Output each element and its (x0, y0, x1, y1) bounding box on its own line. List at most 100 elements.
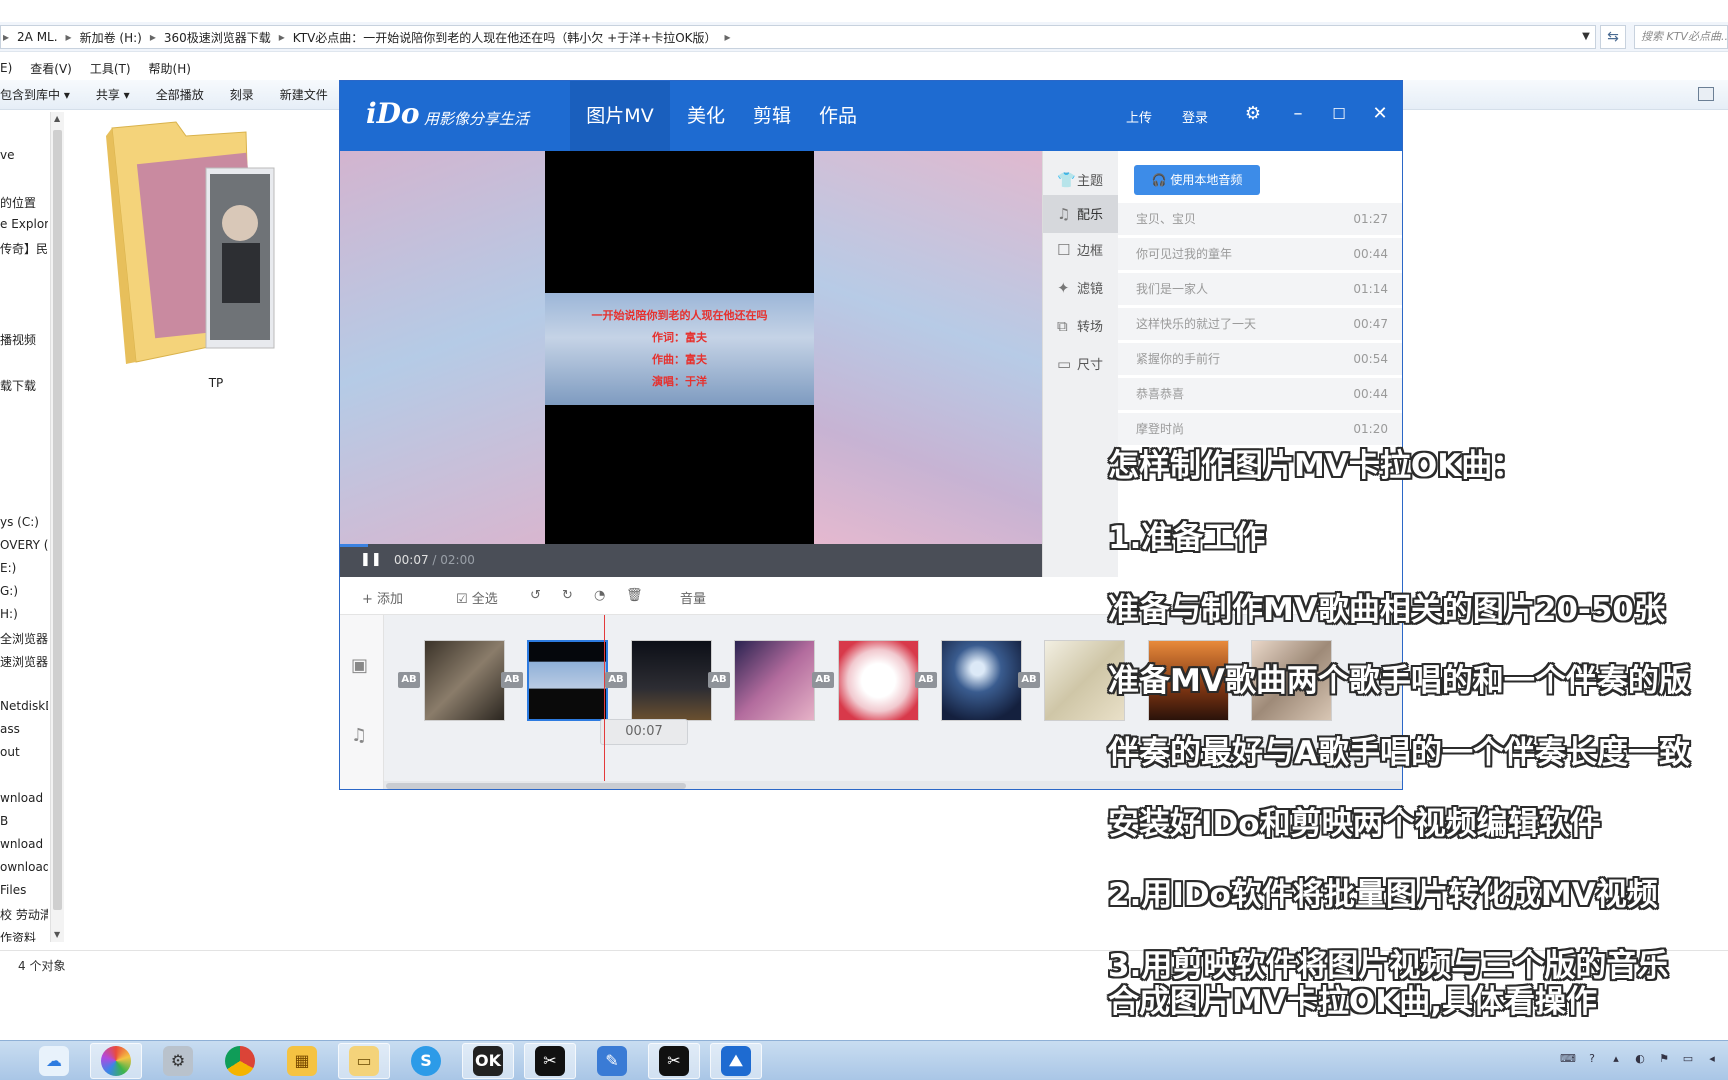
nav-item[interactable]: ys (C:) (0, 515, 39, 529)
scroll-thumb[interactable] (53, 130, 62, 910)
photo-clip[interactable] (631, 640, 712, 721)
scroll-up-icon[interactable]: ▲ (54, 114, 60, 123)
nav-item[interactable]: wnload (0, 837, 43, 851)
nav-item[interactable]: 速浏览器 (0, 653, 48, 670)
transition-badge[interactable]: AB (501, 672, 523, 688)
photo-clip[interactable] (734, 640, 815, 721)
song-row[interactable]: 这样快乐的就过了一天 00:47 (1118, 308, 1402, 342)
progress-fill[interactable] (340, 544, 368, 547)
side-nav-transition[interactable]: ⧉ 转场 (1043, 307, 1119, 345)
side-nav-size[interactable]: ▭ 尺寸 (1043, 345, 1119, 383)
nav-item[interactable]: ve (0, 148, 14, 162)
refresh-button[interactable]: ⇆ (1600, 25, 1626, 49)
taskbar-explorer-icon[interactable]: ▭ (338, 1043, 390, 1079)
add-video-icon[interactable]: ▣ (351, 655, 368, 676)
nav-item[interactable]: 传奇】民族 (0, 240, 48, 257)
side-nav-filter[interactable]: ✦ 滤镜 (1043, 269, 1119, 307)
playhead[interactable] (604, 615, 605, 789)
login-link[interactable]: 登录 (1182, 107, 1208, 126)
burn-button[interactable]: 刻录 (230, 86, 254, 103)
trash-icon[interactable]: 🗑 (626, 588, 643, 603)
nav-item[interactable]: ownload (0, 860, 48, 874)
nav-item[interactable]: wnload (0, 791, 43, 805)
address-bar[interactable]: ▸ 2A ML. ▸ 新加卷 (H:) ▸ 360极速浏览器下载 ▸ KTV必点… (0, 25, 1596, 49)
video-preview[interactable]: 一开始说陪你到老的人现在他还在吗 作词：富夫 作曲：富夫 演唱：于洋 (340, 151, 1042, 544)
taskbar-feather-icon[interactable]: ✎ (586, 1043, 638, 1079)
taskbar-chrome-icon[interactable] (214, 1043, 266, 1079)
nav-item[interactable]: H:) (0, 607, 18, 621)
tab-edit[interactable]: 剪辑 (744, 81, 800, 151)
rotate-left-icon[interactable]: ↺ (530, 588, 541, 603)
search-input[interactable]: 搜索 KTV必点曲... (1634, 25, 1728, 49)
clock-icon[interactable]: ◔ (594, 588, 605, 603)
song-row[interactable]: 恭喜恭喜 00:44 (1118, 378, 1402, 412)
nav-item[interactable]: 校 劳动清 (0, 906, 48, 923)
arrow-icon[interactable]: ▴ (1608, 1051, 1624, 1067)
tab-photo-mv[interactable]: 图片MV (570, 81, 670, 151)
nav-item[interactable]: ass (0, 722, 20, 736)
menu-item-tools[interactable]: 工具(T) (90, 60, 131, 77)
help-icon[interactable]: ? (1584, 1051, 1600, 1067)
nav-item[interactable]: 载下载 (0, 377, 36, 394)
settings-icon[interactable]: ⚙ (1242, 103, 1264, 125)
song-row[interactable]: 你可见过我的童年 00:44 (1118, 238, 1402, 272)
nav-item[interactable]: 播视频 (0, 331, 36, 348)
nav-item[interactable]: NetdiskD (0, 699, 48, 713)
keyboard-icon[interactable]: ⌨ (1560, 1051, 1576, 1067)
transition-badge[interactable]: AB (812, 672, 834, 688)
nav-item[interactable]: Files (0, 883, 26, 897)
breadcrumb-item[interactable]: 2A ML. (11, 30, 64, 44)
flag-icon[interactable]: ⚑ (1656, 1051, 1672, 1067)
use-local-audio-button[interactable]: 🎧 使用本地音频 (1134, 165, 1260, 195)
address-dropdown-icon[interactable]: ▼ (1577, 26, 1595, 48)
timeline-scrollbar[interactable] (384, 781, 1402, 789)
volume-icon[interactable]: ◂ (1704, 1051, 1720, 1067)
photo-clip-selected[interactable] (527, 640, 608, 721)
network-icon[interactable]: ◐ (1632, 1051, 1648, 1067)
taskbar-cloud-app-icon[interactable]: ☁ (28, 1043, 80, 1079)
photo-clip[interactable] (941, 640, 1022, 721)
upload-link[interactable]: 上传 (1126, 107, 1152, 126)
nav-scrollbar[interactable]: ▲ ▼ (50, 112, 64, 942)
tab-beautify[interactable]: 美化 (678, 81, 734, 151)
taskbar-package-icon[interactable]: ▦ (276, 1043, 328, 1079)
nav-item[interactable]: 作资料 (0, 929, 36, 942)
transition-badge[interactable]: AB (915, 672, 937, 688)
scroll-down-icon[interactable]: ▼ (54, 930, 60, 939)
folder-icon[interactable] (106, 118, 286, 368)
taskbar-360-browser-icon[interactable]: S (400, 1043, 452, 1079)
tab-works[interactable]: 作品 (810, 81, 866, 151)
add-button[interactable]: + 添加 (362, 588, 403, 607)
taskbar-tool-icon[interactable]: ⚙ (152, 1043, 204, 1079)
pause-icon[interactable]: ❚❚ (360, 552, 382, 567)
nav-item[interactable]: out (0, 745, 20, 759)
taskbar-capcut-icon[interactable]: ✂ (648, 1043, 700, 1079)
maximize-icon[interactable]: ☐ (1328, 103, 1350, 125)
song-row[interactable]: 我们是一家人 01:14 (1118, 273, 1402, 307)
side-nav-border[interactable]: ☐ 边框 (1043, 231, 1119, 269)
taskbar-browser-icon[interactable] (90, 1043, 142, 1079)
breadcrumb-item[interactable]: 360极速浏览器下载 (158, 29, 277, 46)
nav-item[interactable]: E:) (0, 561, 16, 575)
view-options-icon[interactable] (1698, 87, 1714, 101)
photo-clip[interactable] (838, 640, 919, 721)
side-nav-music[interactable]: ♫ 配乐 (1043, 195, 1119, 233)
song-row[interactable]: 紧握你的手前行 00:54 (1118, 343, 1402, 377)
minimize-icon[interactable]: – (1287, 103, 1309, 125)
menu-item-help[interactable]: 帮助(H) (149, 60, 191, 77)
volume-button[interactable]: 音量 (680, 588, 706, 607)
select-all-button[interactable]: ☑ 全选 (456, 588, 498, 607)
include-in-library-button[interactable]: 包含到库中 ▾ (0, 86, 70, 103)
nav-item[interactable]: e Explore (0, 217, 48, 231)
breadcrumb-item[interactable]: KTV必点曲：一开始说陪你到老的人现在他还在吗（韩小欠 +于洋+卡拉OK版） (287, 29, 723, 46)
taskbar-capcut-icon[interactable]: ✂ (524, 1043, 576, 1079)
menu-item[interactable]: E) (0, 61, 12, 75)
taskbar-ido-icon[interactable]: ⛰ (710, 1043, 762, 1079)
nav-item[interactable]: 的位置 (0, 194, 36, 211)
song-row[interactable]: 宝贝、宝贝 01:27 (1118, 203, 1402, 237)
new-folder-button[interactable]: 新建文件 (280, 86, 328, 103)
monitor-icon[interactable]: ▭ (1680, 1051, 1696, 1067)
breadcrumb-item[interactable]: 新加卷 (H:) (74, 29, 148, 46)
transition-badge[interactable]: AB (605, 672, 627, 688)
nav-item[interactable]: G:) (0, 584, 18, 598)
